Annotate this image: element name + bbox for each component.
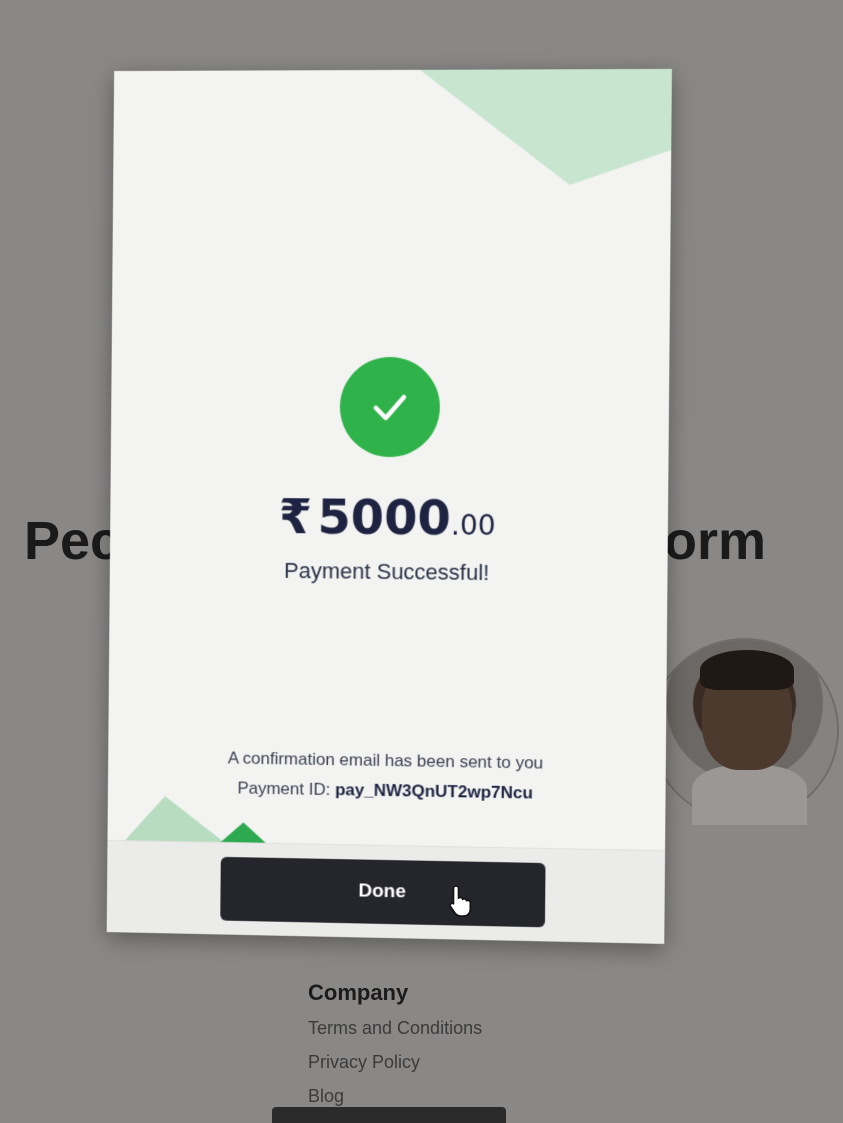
footer-link-blog[interactable]: Blog — [308, 1086, 482, 1107]
check-icon — [373, 394, 406, 421]
footer-heading: Company — [308, 980, 409, 1005]
hand-pointer-cursor-icon — [449, 885, 472, 917]
footer-link-privacy[interactable]: Privacy Policy — [308, 1052, 482, 1073]
payment-id-label: Payment ID: — [237, 778, 331, 800]
success-check-badge — [339, 356, 441, 458]
payment-success-modal: ₹ 5000.00 Payment Successful! A confirma… — [106, 68, 672, 944]
avatar-hair — [700, 650, 794, 690]
profile-avatar — [652, 640, 837, 825]
confirmation-email-text: A confirmation email has been sent to yo… — [227, 748, 544, 773]
background-title-left: Pec — [24, 511, 121, 571]
payment-amount: ₹ 5000.00 — [110, 488, 668, 549]
currency-symbol: ₹ — [278, 489, 313, 546]
screen: Pec orm Company Terms and Conditions Pri… — [0, 0, 843, 1123]
payment-id-line: Payment ID: pay_NW3QnUT2wp7Ncu — [108, 776, 666, 806]
bottom-badge-bar — [272, 1107, 506, 1123]
payment-id-value: pay_NW3QnUT2wp7Ncu — [334, 780, 533, 803]
amount-major: 5000 — [317, 489, 452, 547]
amount-minor: .00 — [450, 508, 496, 543]
modal-footer: Done — [106, 839, 666, 944]
avatar-shirt — [692, 765, 807, 825]
footer-link-terms[interactable]: Terms and Conditions — [308, 1018, 482, 1039]
done-button[interactable]: Done — [220, 856, 546, 928]
background-title-right: orm — [664, 511, 767, 571]
decorative-shape-top — [419, 69, 672, 185]
footer-company-section: Company Terms and Conditions Privacy Pol… — [308, 980, 482, 1120]
payment-status-text: Payment Successful! — [283, 557, 490, 586]
decorative-shape-bottom-left — [125, 795, 224, 841]
decorative-shape-bottom-small — [221, 822, 266, 843]
